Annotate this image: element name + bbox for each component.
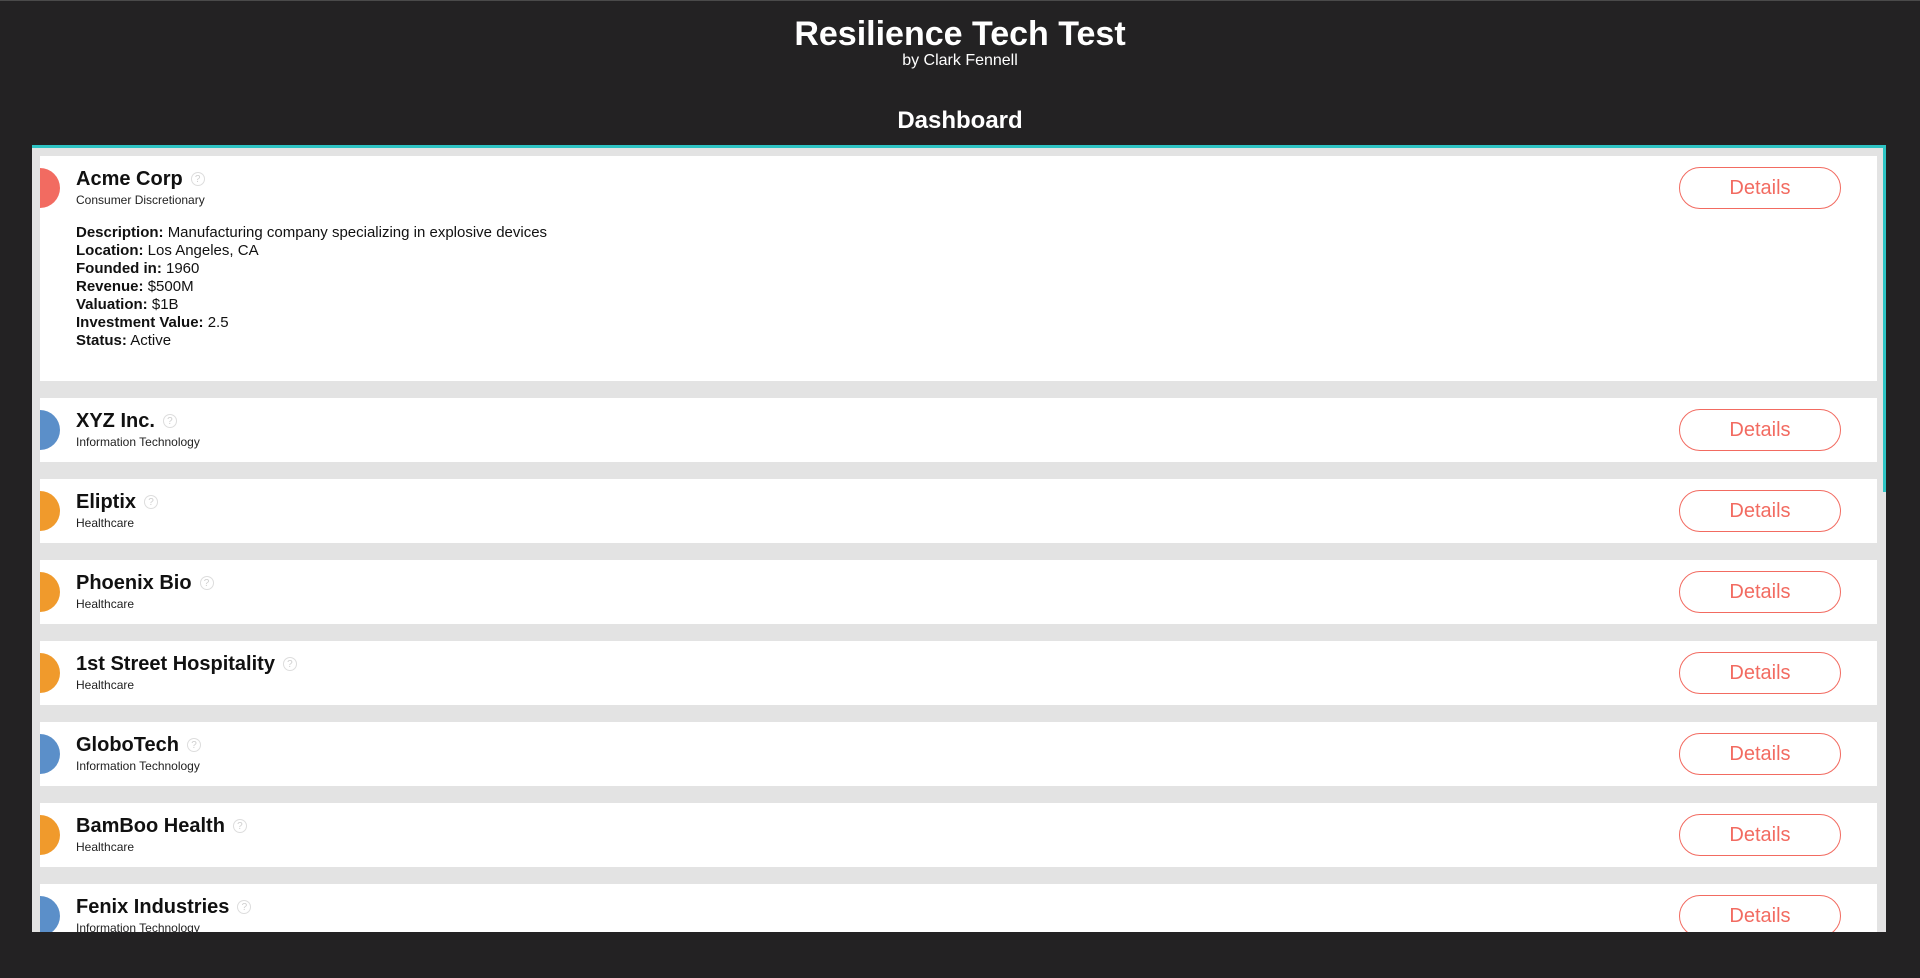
info-row-founded: Founded in: 1960 xyxy=(76,260,547,278)
company-card[interactable]: Acme Corp ? Consumer Discretionary Detai… xyxy=(40,156,1877,381)
section-title: Dashboard xyxy=(897,107,1023,134)
company-sector: Information Technology xyxy=(76,921,200,932)
info-value: 2.5 xyxy=(207,314,229,331)
category-dot xyxy=(40,410,60,450)
help-icon[interactable]: ? xyxy=(199,576,214,590)
company-sector: Information Technology xyxy=(76,435,200,449)
category-dot xyxy=(40,815,60,855)
category-dot xyxy=(40,896,60,932)
details-button[interactable]: Details xyxy=(1679,652,1841,694)
info-row-revenue: Revenue: $500M xyxy=(76,278,547,296)
category-dot xyxy=(40,491,60,531)
info-label: Location: xyxy=(76,242,144,259)
category-dot xyxy=(40,653,60,693)
company-card[interactable]: BamBoo Health ? Healthcare Details xyxy=(40,803,1877,867)
details-button[interactable]: Details xyxy=(1679,167,1841,209)
details-button[interactable]: Details xyxy=(1679,814,1841,856)
info-value: $500M xyxy=(147,278,194,295)
info-row-investment-value: Investment Value: 2.5 xyxy=(76,314,547,332)
info-value: Active xyxy=(130,332,172,349)
company-name: Eliptix xyxy=(76,491,137,513)
info-label: Investment Value: xyxy=(76,314,204,331)
top-border xyxy=(0,0,1920,1)
company-name-row: Fenix Industries ? xyxy=(76,895,252,919)
scrollbar[interactable] xyxy=(1883,148,1886,492)
company-list-panel[interactable]: Acme Corp ? Consumer Discretionary Detai… xyxy=(32,145,1886,932)
company-name-row: Acme Corp ? xyxy=(76,167,205,191)
app-byline: by Clark Fennell xyxy=(902,52,1018,69)
company-name-row: GloboTech ? xyxy=(76,733,201,757)
company-name: GloboTech xyxy=(76,734,179,756)
info-value: 1960 xyxy=(165,260,200,277)
company-sector: Information Technology xyxy=(76,759,200,773)
info-value: Los Angeles, CA xyxy=(147,242,259,259)
company-name: Fenix Industries xyxy=(76,896,230,918)
info-value: $1B xyxy=(151,296,179,313)
company-card[interactable]: Fenix Industries ? Information Technolog… xyxy=(40,884,1877,932)
details-button[interactable]: Details xyxy=(1679,733,1841,775)
company-name: Phoenix Bio xyxy=(76,572,192,594)
details-button[interactable]: Details xyxy=(1679,409,1841,451)
help-icon[interactable]: ? xyxy=(162,414,177,428)
help-icon[interactable]: ? xyxy=(144,495,159,509)
company-name-row: 1st Street Hospitality ? xyxy=(76,652,297,676)
details-button[interactable]: Details xyxy=(1679,895,1841,932)
company-card[interactable]: Phoenix Bio ? Healthcare Details xyxy=(40,560,1877,624)
company-card[interactable]: GloboTech ? Information Technology Detai… xyxy=(40,722,1877,786)
info-label: Valuation: xyxy=(76,296,148,313)
category-dot xyxy=(40,572,60,612)
info-row-status: Status: Active xyxy=(76,332,547,350)
info-row-description: Description: Manufacturing company speci… xyxy=(76,224,547,242)
company-sector: Healthcare xyxy=(76,516,135,530)
company-name: 1st Street Hospitality xyxy=(76,653,275,675)
category-dot xyxy=(40,734,60,774)
info-label: Founded in: xyxy=(76,260,162,277)
info-label: Description: xyxy=(76,224,164,241)
company-card[interactable]: Eliptix ? Healthcare Details xyxy=(40,479,1877,543)
info-row-location: Location: Los Angeles, CA xyxy=(76,242,547,260)
company-card[interactable]: 1st Street Hospitality ? Healthcare Deta… xyxy=(40,641,1877,705)
company-name-row: BamBoo Health ? xyxy=(76,814,247,838)
company-sector: Consumer Discretionary xyxy=(76,193,205,207)
help-icon[interactable]: ? xyxy=(232,819,247,833)
company-name: BamBoo Health xyxy=(76,815,225,837)
company-name-row: Eliptix ? xyxy=(76,490,159,514)
info-row-valuation: Valuation: $1B xyxy=(76,296,547,314)
company-name-row: XYZ Inc. ? xyxy=(76,409,177,433)
help-icon[interactable]: ? xyxy=(186,738,201,752)
details-button[interactable]: Details xyxy=(1679,490,1841,532)
company-name: XYZ Inc. xyxy=(76,410,155,432)
details-button[interactable]: Details xyxy=(1679,571,1841,613)
help-icon[interactable]: ? xyxy=(190,172,205,186)
company-list: Acme Corp ? Consumer Discretionary Detai… xyxy=(40,156,1877,932)
help-icon[interactable]: ? xyxy=(282,657,297,671)
company-name-row: Phoenix Bio ? xyxy=(76,571,214,595)
app-title: Resilience Tech Test xyxy=(794,15,1126,53)
company-name: Acme Corp xyxy=(76,168,183,190)
company-sector: Healthcare xyxy=(76,840,135,854)
company-sector: Healthcare xyxy=(76,597,135,611)
info-label: Revenue: xyxy=(76,278,144,295)
category-dot xyxy=(40,168,60,208)
help-icon[interactable]: ? xyxy=(237,900,252,914)
company-info: Description: Manufacturing company speci… xyxy=(76,224,547,350)
info-label: Status: xyxy=(76,332,127,349)
company-card[interactable]: XYZ Inc. ? Information Technology Detail… xyxy=(40,398,1877,462)
app-header: Resilience Tech Test by Clark Fennell xyxy=(0,14,1920,70)
company-sector: Healthcare xyxy=(76,678,135,692)
info-value: Manufacturing company specializing in ex… xyxy=(167,224,548,241)
